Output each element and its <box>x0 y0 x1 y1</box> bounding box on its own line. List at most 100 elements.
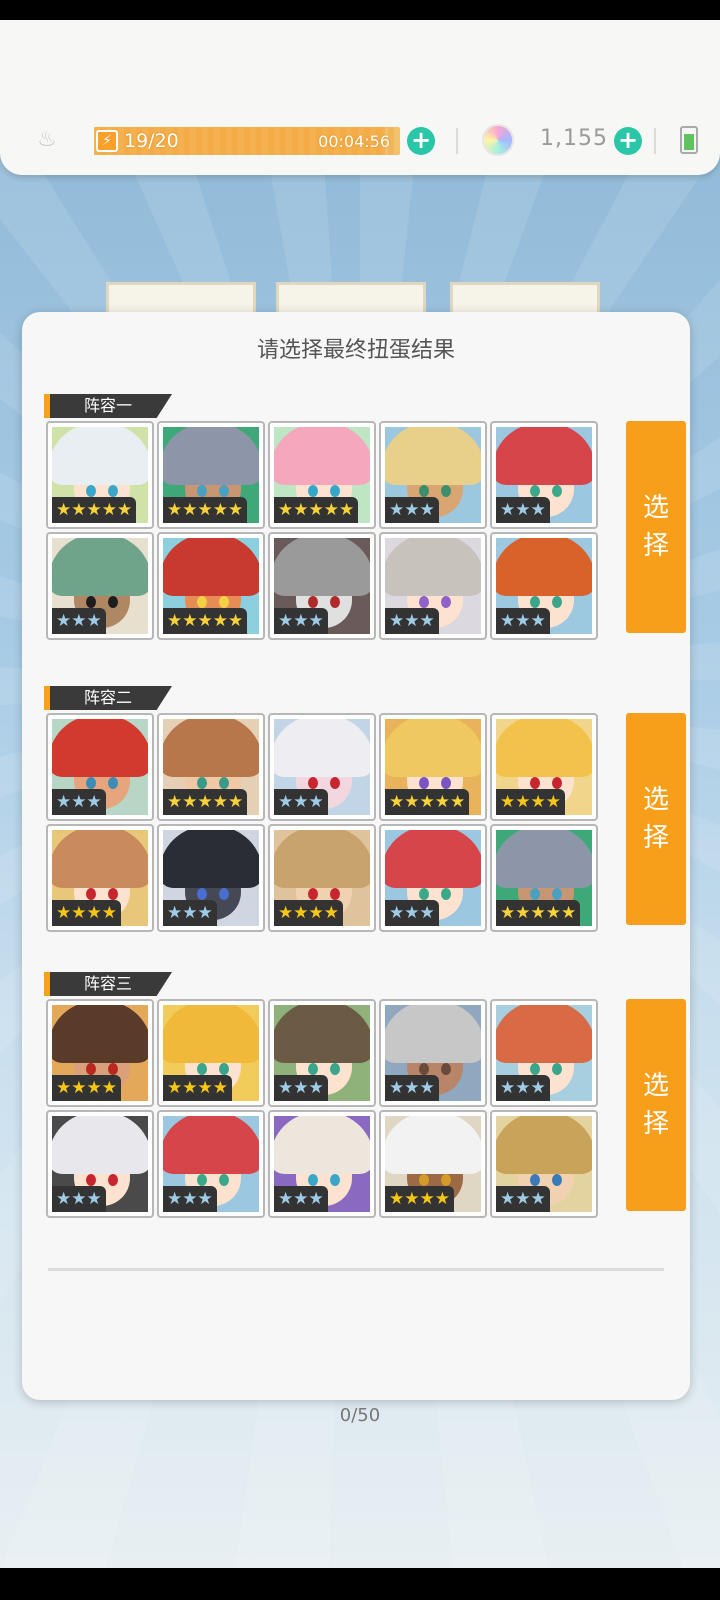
character-hair <box>385 1005 481 1063</box>
character-eye <box>441 485 451 497</box>
character-hair <box>496 1116 592 1174</box>
character-eye <box>197 1063 207 1075</box>
character-card[interactable]: ★★★★ <box>46 824 154 932</box>
character-eye <box>108 485 118 497</box>
rarity-stars: ★★★★ <box>385 1186 454 1212</box>
character-eye <box>530 596 540 608</box>
select-team-1-button[interactable]: 选 择 <box>626 421 686 633</box>
select-team-3-button[interactable]: 选 择 <box>626 999 686 1211</box>
character-eye <box>552 596 562 608</box>
rarity-stars: ★★★★ <box>274 900 343 926</box>
character-eye <box>219 1063 229 1075</box>
character-eye <box>108 888 118 900</box>
add-gems-plus-icon[interactable]: + <box>614 127 642 155</box>
pull-counter: 0/50 <box>339 1405 381 1426</box>
character-card[interactable]: ★★★ <box>157 1110 265 1218</box>
select-team-2-button[interactable]: 选 择 <box>626 713 686 925</box>
character-card[interactable]: ★★★★ <box>46 999 154 1107</box>
character-card[interactable]: ★★★ <box>379 421 487 529</box>
character-card[interactable]: ★★★ <box>46 532 154 640</box>
character-card[interactable]: ★★★ <box>490 421 598 529</box>
character-eye <box>419 1174 429 1186</box>
character-card[interactable]: ★★★★★ <box>157 532 265 640</box>
character-card[interactable]: ★★★★★ <box>157 713 265 821</box>
add-stamina-plus-icon[interactable]: + <box>407 127 435 155</box>
divider <box>654 128 656 154</box>
character-card[interactable]: ★★★ <box>379 824 487 932</box>
character-eye <box>219 777 229 789</box>
character-card[interactable]: ★★★ <box>268 999 376 1107</box>
character-eye <box>419 1063 429 1075</box>
rarity-stars: ★★★★★ <box>496 900 581 926</box>
character-eye <box>308 777 318 789</box>
character-card[interactable]: ★★★ <box>490 999 598 1107</box>
character-eye <box>419 888 429 900</box>
character-hair <box>52 538 148 596</box>
character-hair <box>163 1116 259 1174</box>
select-button-label: 择 <box>642 531 669 561</box>
rarity-stars: ★★★ <box>52 608 106 634</box>
character-card[interactable]: ★★★ <box>46 713 154 821</box>
battery-icon <box>680 126 698 154</box>
rarity-stars: ★★★★★ <box>385 789 470 815</box>
rarity-stars: ★★★ <box>52 789 106 815</box>
character-hair <box>52 830 148 888</box>
character-card[interactable]: ★★★ <box>268 713 376 821</box>
rarity-stars: ★★★ <box>163 900 217 926</box>
character-card[interactable]: ★★★★ <box>157 999 265 1107</box>
select-button-label: 择 <box>642 1109 669 1139</box>
character-card[interactable]: ★★★ <box>490 532 598 640</box>
character-eye <box>219 485 229 497</box>
character-card[interactable]: ★★★ <box>46 1110 154 1218</box>
team-label: 阵容三 <box>44 972 172 996</box>
character-card[interactable]: ★★★★ <box>268 824 376 932</box>
character-card[interactable]: ★★★★★ <box>490 824 598 932</box>
character-card[interactable]: ★★★★★ <box>379 713 487 821</box>
character-card[interactable]: ★★★ <box>157 824 265 932</box>
character-eye <box>552 1174 562 1186</box>
character-card[interactable]: ★★★★★ <box>157 421 265 529</box>
character-card[interactable]: ★★★ <box>268 532 376 640</box>
character-eye <box>308 596 318 608</box>
character-eye <box>330 777 340 789</box>
character-eye <box>86 1174 96 1186</box>
character-eye <box>441 1174 451 1186</box>
character-hair <box>496 830 592 888</box>
rarity-stars: ★★★★★ <box>163 789 248 815</box>
bell-icon[interactable]: ♨ <box>36 128 58 152</box>
character-card[interactable]: ★★★ <box>379 532 487 640</box>
character-hair <box>274 427 370 485</box>
character-card[interactable]: ★★★★ <box>490 713 598 821</box>
system-nav-bar <box>0 1568 720 1600</box>
character-hair <box>385 719 481 777</box>
rarity-stars: ★★★ <box>496 608 550 634</box>
character-hair <box>163 538 259 596</box>
character-eye <box>530 777 540 789</box>
character-eye <box>197 485 207 497</box>
character-card[interactable]: ★★★★★ <box>46 421 154 529</box>
character-card[interactable]: ★★★★ <box>379 1110 487 1218</box>
rarity-stars: ★★★ <box>496 1075 550 1101</box>
character-eye <box>441 888 451 900</box>
character-card[interactable]: ★★★ <box>379 999 487 1107</box>
character-hair <box>496 427 592 485</box>
character-eye <box>330 1174 340 1186</box>
rarity-stars: ★★★ <box>385 1075 439 1101</box>
character-hair <box>274 1116 370 1174</box>
game-screen: ♨ ⚡ 19/20 00:04:56 + 1,155 + 请选择最终扭蛋结果 阵… <box>0 20 720 1568</box>
rarity-stars: ★★★ <box>274 608 328 634</box>
character-card[interactable]: ★★★★★ <box>268 421 376 529</box>
stamina-timer: 00:04:56 <box>318 132 390 151</box>
rarity-stars: ★★★ <box>385 900 439 926</box>
character-hair <box>385 538 481 596</box>
character-eye <box>219 888 229 900</box>
character-eye <box>419 485 429 497</box>
character-eye <box>86 485 96 497</box>
character-card[interactable]: ★★★ <box>490 1110 598 1218</box>
rarity-stars: ★★★ <box>163 1186 217 1212</box>
rarity-stars: ★★★★ <box>163 1075 232 1101</box>
rarity-stars: ★★★ <box>496 497 550 523</box>
character-eye <box>308 888 318 900</box>
rarity-stars: ★★★ <box>496 1186 550 1212</box>
character-card[interactable]: ★★★ <box>268 1110 376 1218</box>
